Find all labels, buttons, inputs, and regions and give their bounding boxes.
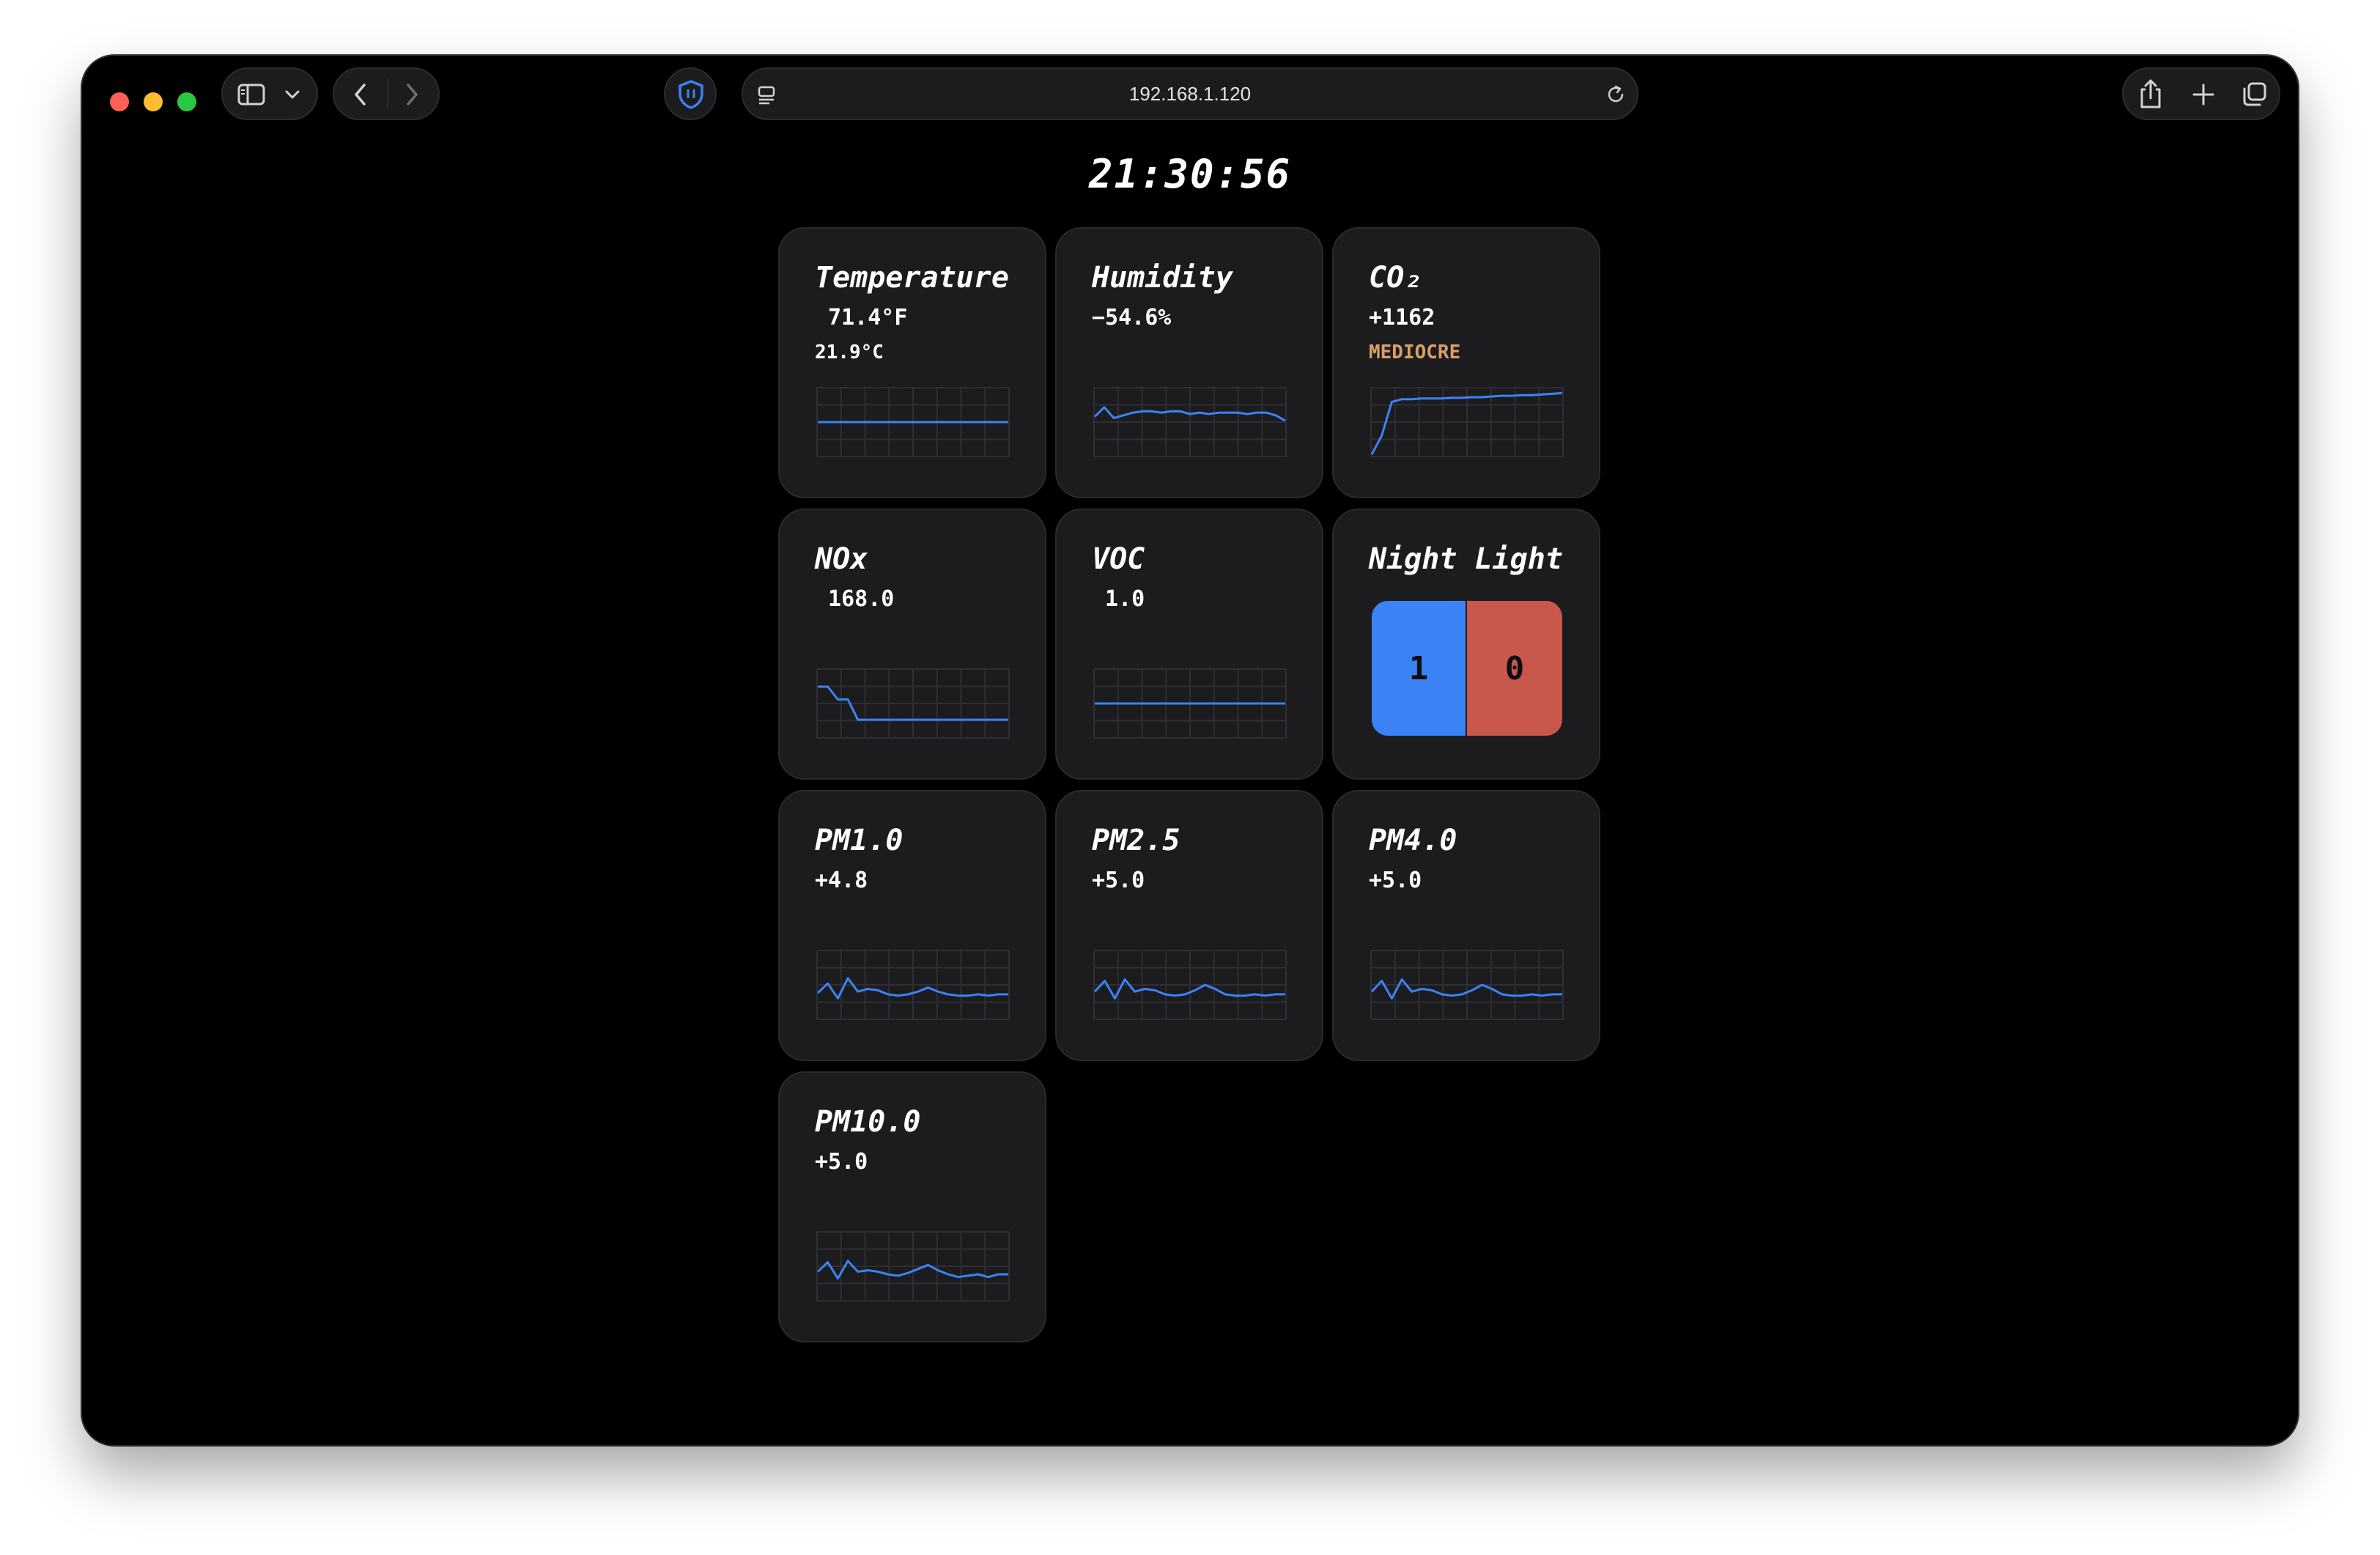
address-bar[interactable]: 192.168.1.120	[742, 67, 1638, 120]
card-title: PM2.5	[1092, 824, 1180, 857]
co2-card[interactable]: CO₂ +1162 MEDIOCRE	[1332, 227, 1600, 498]
plus-icon[interactable]	[2191, 82, 2216, 107]
humidity-card[interactable]: Humidity −54.6%	[1055, 227, 1323, 498]
card-value: +5.0	[1369, 868, 1422, 893]
card-value: +1162	[1369, 305, 1435, 330]
card-value: +5.0	[815, 1149, 868, 1175]
history-nav-group	[333, 67, 440, 120]
tabs-icon[interactable]	[2241, 81, 2269, 108]
card-title: PM1.0	[815, 824, 903, 857]
voc-sparkline	[1093, 668, 1287, 739]
url-text[interactable]: 192.168.1.120	[743, 69, 1637, 119]
card-value: −54.6%	[1092, 305, 1172, 330]
window-actions-group	[2122, 67, 2280, 120]
share-icon[interactable]	[2138, 78, 2163, 110]
night-light-on-button[interactable]: 1	[1372, 601, 1467, 736]
card-title: PM4.0	[1369, 824, 1457, 857]
nox-sparkline	[816, 668, 1010, 739]
temperature-sparkline	[816, 387, 1010, 457]
card-title: Night Light	[1369, 542, 1563, 576]
forward-icon[interactable]	[403, 82, 421, 107]
card-title: PM10.0	[815, 1105, 921, 1139]
card-title: Temperature	[815, 261, 1009, 295]
night-light-off-button[interactable]: 0	[1467, 601, 1562, 736]
card-value: +5.0	[1092, 868, 1145, 893]
clock: 21:30:56	[1088, 151, 1292, 197]
pm10-sparkline	[816, 1231, 1010, 1301]
reload-icon[interactable]	[1605, 84, 1627, 106]
card-title: CO₂	[1369, 261, 1422, 295]
zoom-window-button[interactable]	[177, 92, 196, 111]
card-title: NOx	[815, 542, 868, 576]
voc-card[interactable]: VOC 1.0	[1055, 509, 1323, 780]
chevron-down-icon[interactable]	[284, 88, 300, 101]
sidebar-icon[interactable]	[237, 84, 267, 106]
card-value: 1.0	[1092, 586, 1145, 612]
night-light-card: Night Light 1 0	[1332, 509, 1600, 780]
co2-sparkline	[1370, 387, 1564, 457]
pm25-card[interactable]: PM2.5 +5.0	[1055, 790, 1323, 1061]
card-subvalue: 21.9°C	[815, 341, 884, 363]
minimize-window-button[interactable]	[144, 92, 163, 111]
pm1-card[interactable]: PM1.0 +4.8	[778, 790, 1046, 1061]
close-window-button[interactable]	[110, 92, 129, 111]
pm4-sparkline	[1370, 950, 1564, 1020]
nox-card[interactable]: NOx 168.0	[778, 509, 1046, 780]
shield-icon	[679, 80, 703, 109]
temperature-card[interactable]: Temperature 71.4°F 21.9°C	[778, 227, 1046, 498]
sidebar-toggle-group	[221, 67, 318, 120]
card-title: Humidity	[1092, 261, 1233, 295]
browser-toolbar: 192.168.1.120	[82, 56, 2298, 130]
humidity-sparkline	[1093, 387, 1287, 457]
card-value: 71.4°F	[815, 305, 908, 330]
card-value: +4.8	[815, 868, 868, 893]
pm1-sparkline	[816, 950, 1010, 1020]
card-value: 168.0	[815, 586, 895, 612]
extension-button[interactable]	[664, 67, 717, 120]
browser-window: 192.168.1.120 21:30:56 Temperature 71.4°…	[82, 56, 2298, 1445]
card-title: VOC	[1092, 542, 1145, 576]
pm4-card[interactable]: PM4.0 +5.0	[1332, 790, 1600, 1061]
pm25-sparkline	[1093, 950, 1287, 1020]
pm10-card[interactable]: PM10.0 +5.0	[778, 1071, 1046, 1342]
back-icon[interactable]	[352, 82, 369, 107]
night-light-toggle[interactable]: 1 0	[1372, 601, 1562, 736]
air-quality-status: MEDIOCRE	[1369, 341, 1461, 363]
